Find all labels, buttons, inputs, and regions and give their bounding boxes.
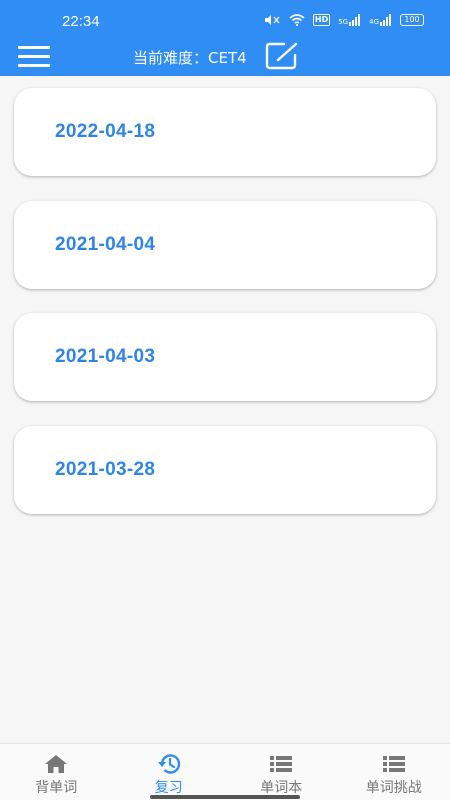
app-bar: 当前难度：CET4 xyxy=(0,42,450,76)
nav-tab-memorize[interactable]: 背单词 xyxy=(0,744,113,800)
signal-5g-label: 5G xyxy=(338,18,349,26)
menu-icon-line xyxy=(18,55,50,58)
review-date: 2022-04-18 xyxy=(55,121,156,142)
review-date: 2021-03-28 xyxy=(55,458,156,480)
signal-bars-icon xyxy=(380,14,391,26)
nav-label: 单词挑战 xyxy=(365,780,422,796)
review-date-card[interactable]: 2021-04-04 xyxy=(14,200,436,289)
review-date-card[interactable]: 2021-04-03 xyxy=(14,313,436,401)
home-icon xyxy=(45,755,68,773)
signal-4g-icon: 4G xyxy=(369,14,392,26)
wifi-icon xyxy=(289,14,305,26)
sound-off-icon xyxy=(264,15,280,25)
menu-icon-line xyxy=(18,64,50,67)
menu-icon-line xyxy=(18,46,50,49)
edit-icon xyxy=(265,42,298,70)
menu-button[interactable] xyxy=(18,44,52,68)
nav-tab-word-challenge[interactable]: 单词挑战 xyxy=(338,744,450,800)
status-icons: HD 5G 4G 100 xyxy=(263,14,424,26)
status-time: 22:34 xyxy=(62,13,100,30)
signal-bars-icon xyxy=(349,14,361,26)
signal-4g-label: 4G xyxy=(369,18,379,26)
edit-difficulty-button[interactable] xyxy=(264,41,300,71)
difficulty-label: 当前难度：CET4 xyxy=(133,49,247,67)
battery-icon: 100 xyxy=(400,14,424,26)
bottom-nav: 背单词 复习 单词本 单词挑战 xyxy=(0,743,450,800)
review-date-card[interactable]: 2021-03-28 xyxy=(14,425,436,514)
list-icon xyxy=(270,756,293,772)
review-date: 2021-04-04 xyxy=(55,233,156,255)
hd-icon: HD xyxy=(312,14,331,26)
home-indicator[interactable] xyxy=(150,795,300,799)
status-bar: 22:34 HD 5G 4G 100 xyxy=(0,0,450,42)
review-date: 2021-04-03 xyxy=(55,346,156,367)
nav-label: 背单词 xyxy=(35,780,78,796)
review-date-card[interactable]: 2022-04-18 xyxy=(14,88,436,176)
nav-label: 单词本 xyxy=(260,780,303,796)
nav-label: 复习 xyxy=(154,780,183,796)
review-date-list: 2022-04-18 2021-04-04 2021-04-03 2021-03… xyxy=(14,88,436,538)
history-icon xyxy=(157,754,180,774)
signal-5g-icon: 5G xyxy=(338,14,361,26)
nav-tab-wordbook[interactable]: 单词本 xyxy=(225,744,338,800)
list-icon xyxy=(382,756,405,772)
nav-tab-review[interactable]: 复习 xyxy=(113,744,226,800)
